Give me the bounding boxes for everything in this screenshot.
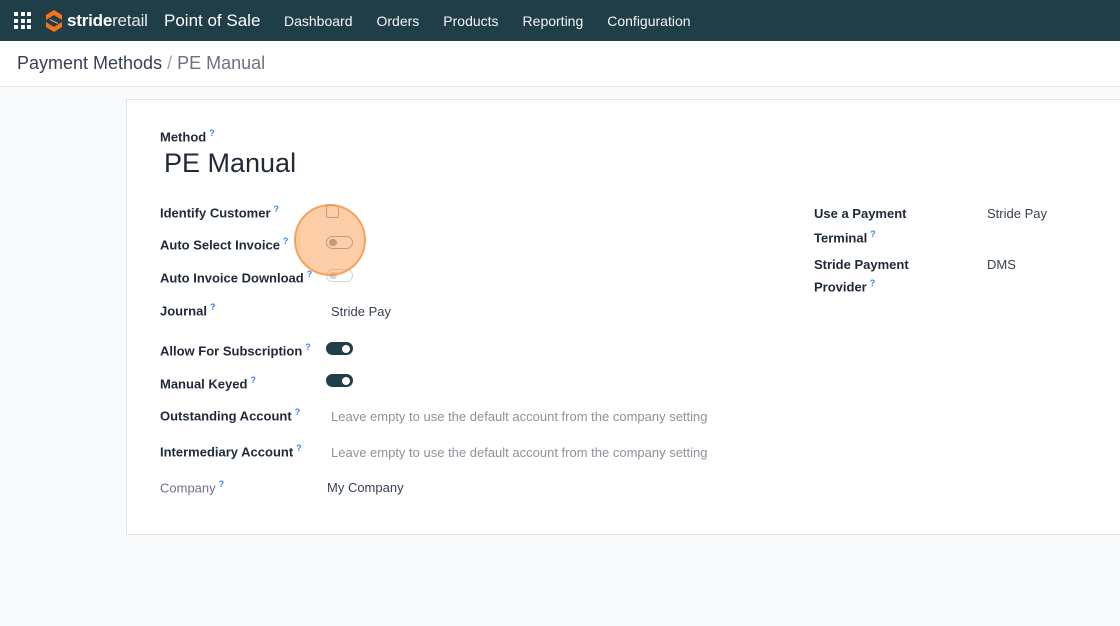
auto-invoice-download-toggle[interactable] [326, 269, 353, 282]
auto-select-invoice-toggle[interactable] [326, 236, 353, 249]
help-icon[interactable]: ? [296, 443, 302, 453]
breadcrumb-current: PE Manual [177, 53, 266, 73]
top-navbar: strideretail Point of Sale Dashboard Ord… [0, 0, 1120, 41]
help-icon[interactable]: ? [210, 302, 216, 312]
help-icon[interactable]: ? [870, 229, 876, 239]
payment-provider-label: Stride Payment Provider? [814, 257, 909, 295]
outstanding-account-label: Outstanding Account? [160, 407, 301, 424]
stride-logo-icon [46, 9, 62, 32]
help-icon[interactable]: ? [305, 342, 311, 352]
breadcrumb-separator: / [167, 53, 173, 73]
menu-products[interactable]: Products [443, 13, 498, 29]
payment-terminal-field[interactable]: Stride Pay [987, 206, 1047, 221]
payment-terminal-label: Use a Payment Terminal? [814, 206, 907, 246]
journal-label: Journal? [160, 302, 216, 319]
company-field: My Company [327, 480, 404, 495]
identify-customer-checkbox[interactable] [326, 205, 339, 218]
auto-select-invoice-label: Auto Select Invoice? [160, 236, 289, 253]
payment-provider-field[interactable]: DMS [987, 257, 1016, 272]
identify-customer-label: Identify Customer? [160, 204, 280, 221]
intermediary-account-label: Intermediary Account? [160, 443, 302, 460]
help-icon[interactable]: ? [307, 269, 313, 279]
manual-keyed-toggle[interactable] [326, 374, 353, 387]
help-icon[interactable]: ? [274, 204, 280, 214]
journal-field[interactable]: Stride Pay [331, 304, 391, 319]
help-icon[interactable]: ? [209, 128, 215, 138]
menu-orders[interactable]: Orders [377, 13, 420, 29]
allow-for-subscription-label: Allow For Subscription? [160, 342, 311, 359]
help-icon[interactable]: ? [283, 236, 289, 246]
menu-reporting[interactable]: Reporting [523, 13, 584, 29]
manual-keyed-label: Manual Keyed? [160, 375, 256, 392]
control-panel: Payment Methods / PE Manual [0, 41, 1120, 87]
method-name-field[interactable]: PE Manual [164, 148, 296, 179]
help-icon[interactable]: ? [250, 375, 256, 385]
intermediary-account-input[interactable]: Leave empty to use the default account f… [331, 445, 708, 460]
app-title[interactable]: Point of Sale [164, 11, 260, 31]
method-label: Method? [160, 128, 215, 145]
main-menu: Dashboard Orders Products Reporting Conf… [284, 13, 715, 29]
breadcrumb: Payment Methods / PE Manual [17, 53, 265, 74]
help-icon[interactable]: ? [295, 407, 301, 417]
company-label: Company? [160, 479, 225, 496]
breadcrumb-parent[interactable]: Payment Methods [17, 53, 162, 73]
allow-for-subscription-toggle[interactable] [326, 342, 353, 355]
menu-dashboard[interactable]: Dashboard [284, 13, 353, 29]
help-icon[interactable]: ? [870, 278, 876, 288]
brand-logo[interactable]: strideretail [44, 8, 148, 33]
outstanding-account-input[interactable]: Leave empty to use the default account f… [331, 409, 708, 424]
brand-name: strideretail [67, 10, 148, 30]
menu-configuration[interactable]: Configuration [607, 13, 690, 29]
help-icon[interactable]: ? [219, 479, 225, 489]
apps-grid-icon[interactable] [14, 12, 31, 29]
auto-invoice-download-label: Auto Invoice Download? [160, 269, 313, 286]
